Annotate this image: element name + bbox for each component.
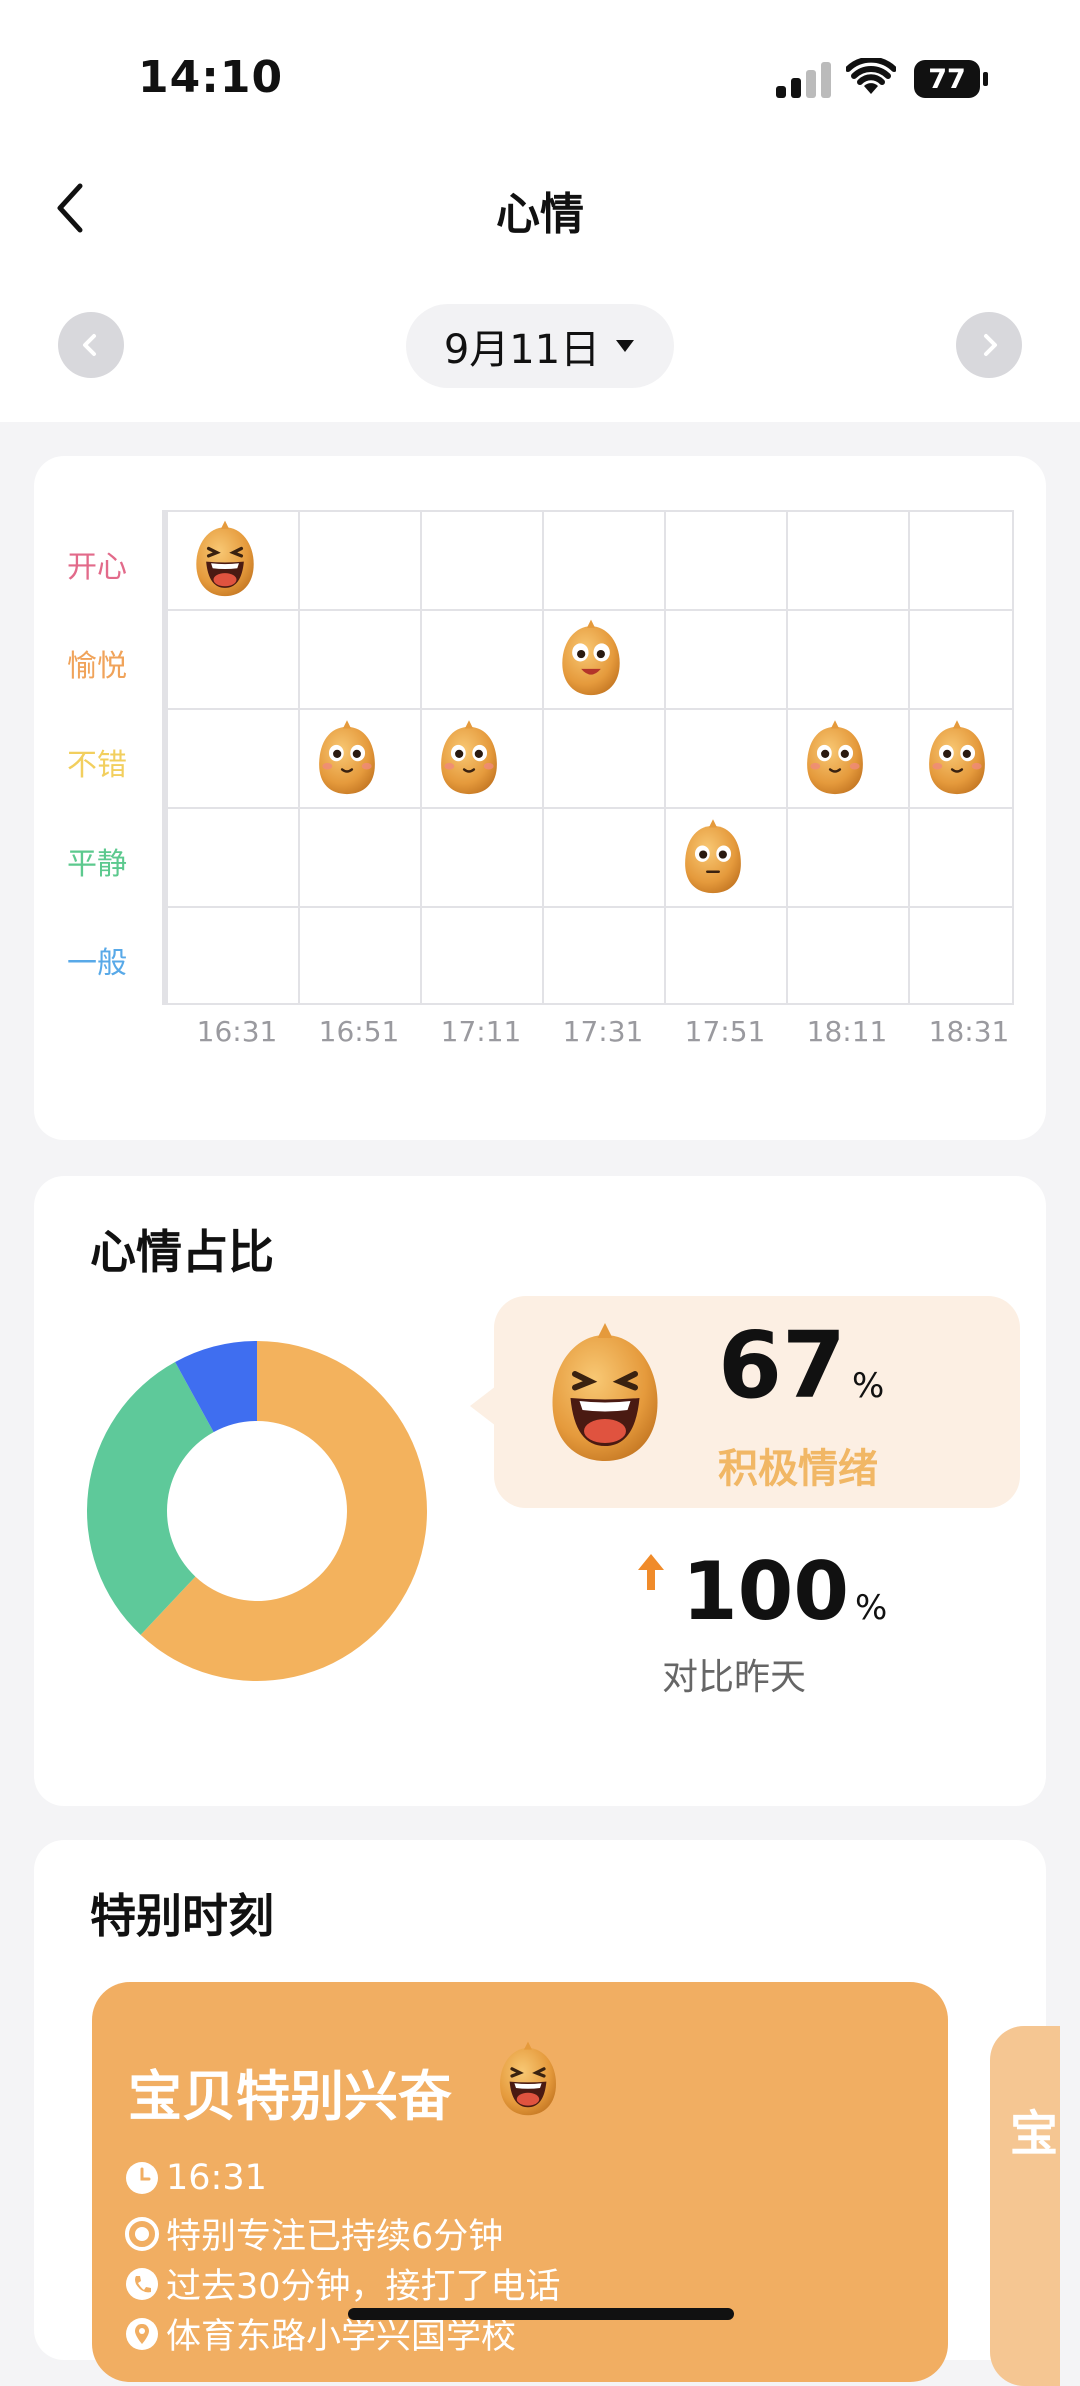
mood-point-1811-icon[interactable] (794, 717, 876, 799)
moment-time: 16:31 (166, 2158, 267, 2198)
mood-grid (162, 510, 1014, 1005)
positive-mood-label: 积极情绪 (718, 1446, 878, 1492)
x-label: 17:31 (562, 1015, 644, 1048)
mood-point-1651-icon[interactable] (306, 717, 388, 799)
mood-point-1751-icon[interactable] (672, 816, 754, 898)
clock-icon (126, 2162, 158, 2194)
target-icon (125, 2216, 159, 2251)
moment-call: 过去30分钟，接打了电话 (166, 2267, 561, 2307)
special-moments-title: 特别时刻 (90, 1889, 274, 1943)
mood-point-1711-icon[interactable] (428, 717, 510, 799)
mood-point-1831-icon[interactable] (916, 717, 998, 799)
next-date-button[interactable] (956, 312, 1022, 378)
y-label-good: 不错 (67, 748, 127, 783)
x-label: 17:51 (684, 1015, 766, 1048)
x-label: 18:11 (806, 1015, 888, 1048)
date-selector[interactable]: 9月11日 (406, 304, 674, 388)
status-time: 14:10 (138, 52, 284, 103)
chevron-left-icon (83, 334, 96, 356)
compare-label: 对比昨天 (662, 1657, 807, 1698)
prev-date-button[interactable] (58, 312, 124, 378)
location-pin-icon (126, 2317, 158, 2350)
moment-focus: 特别专注已持续6分钟 (166, 2217, 504, 2257)
mood-point-1731-icon[interactable] (550, 618, 632, 700)
laughing-emoji-icon (488, 2034, 568, 2126)
moment-focus-row: 特别专注已持续6分钟 (124, 2208, 503, 2259)
y-label-joyful: 愉悦 (67, 649, 127, 684)
arrow-up-icon (638, 1554, 664, 1590)
phone-icon (126, 2267, 158, 2300)
moment-time-row: 16:31 (124, 2158, 267, 2198)
compare-percent-value: 100 (682, 1545, 849, 1638)
y-label-ordinary: 一般 (67, 946, 127, 981)
x-label: 17:11 (440, 1015, 522, 1048)
x-label: 16:31 (196, 1015, 278, 1048)
mood-point-1631-icon[interactable] (184, 519, 266, 601)
cell-signal-icon (776, 62, 832, 98)
next-card-peek-text: 宝 (1010, 2106, 1059, 2162)
percent-sign: % (855, 1588, 888, 1628)
positive-percent: 67% (718, 1320, 884, 1412)
caret-down-icon (616, 340, 635, 352)
home-indicator (348, 2308, 734, 2320)
y-label-happy: 开心 (67, 550, 127, 585)
special-moment-title: 宝贝特别兴奋 (128, 2065, 452, 2128)
x-label: 16:51 (318, 1015, 400, 1048)
battery-indicator: 77 (914, 60, 980, 98)
moment-call-row: 过去30分钟，接打了电话 (124, 2258, 561, 2309)
next-special-moment-card[interactable]: 宝 (990, 2026, 1060, 2386)
positive-percent-value: 67 (718, 1312, 847, 1419)
bubble-tail (470, 1386, 496, 1426)
mood-share-title: 心情占比 (90, 1225, 274, 1279)
page-title: 心情 (496, 189, 584, 240)
x-label: 18:31 (928, 1015, 1010, 1048)
compare-percent: 100% (682, 1552, 887, 1632)
date-label: 9月11日 (443, 327, 601, 373)
percent-sign: % (852, 1366, 885, 1406)
wifi-icon (846, 58, 896, 94)
battery-cap (983, 72, 988, 86)
laughing-emoji-icon (530, 1310, 680, 1480)
special-moment-card[interactable]: 宝贝特别兴奋 16:31 特别专注已持续6分钟 过去30分钟，接打了电话 体育东… (92, 1982, 948, 2382)
chevron-right-icon (984, 334, 997, 356)
mood-donut-chart (86, 1341, 428, 1681)
y-label-calm: 平静 (67, 847, 127, 882)
